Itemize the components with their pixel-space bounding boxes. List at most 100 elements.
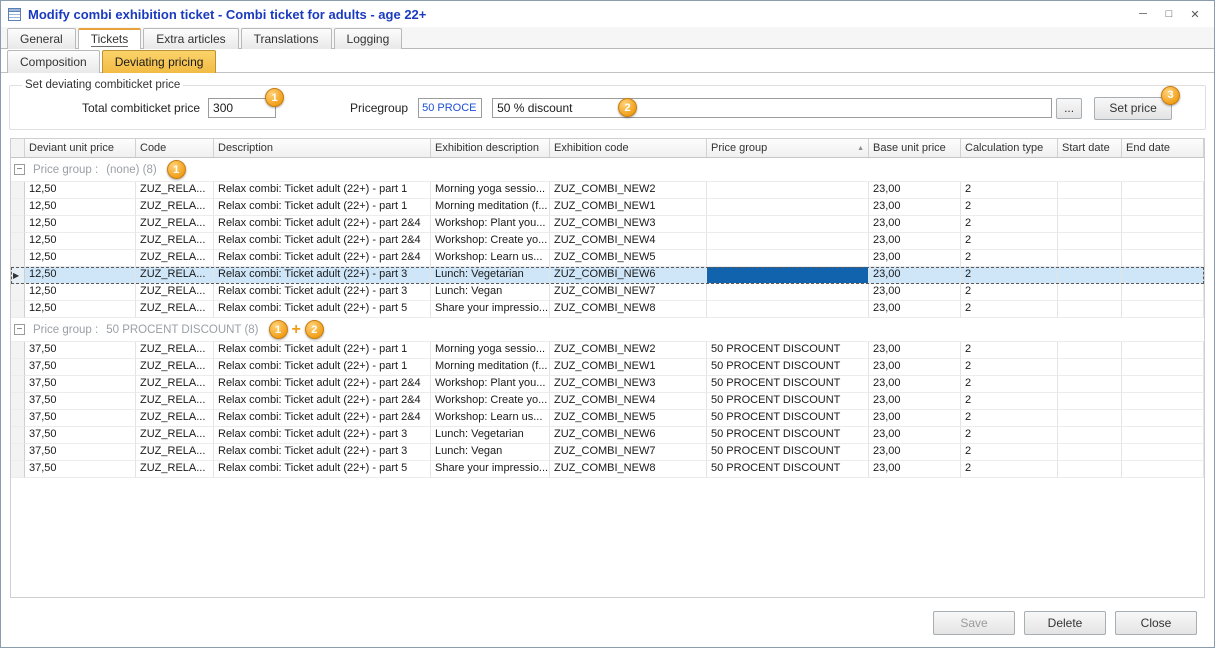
- cell-group[interactable]: 50 PROCENT DISCOUNT: [707, 461, 869, 478]
- cell-end[interactable]: [1122, 393, 1204, 410]
- tab-extra-articles[interactable]: Extra articles: [143, 28, 238, 49]
- cell-calc[interactable]: 2: [961, 284, 1058, 301]
- cell-price[interactable]: 12,50: [25, 199, 136, 216]
- column-header-end-date[interactable]: End date: [1122, 139, 1204, 157]
- cell-start[interactable]: [1058, 410, 1122, 427]
- cell-start[interactable]: [1058, 233, 1122, 250]
- cell-ex_code[interactable]: ZUZ_COMBI_NEW7: [550, 284, 707, 301]
- column-header-price-group[interactable]: Price group▲: [707, 139, 869, 157]
- cell-base[interactable]: 23,00: [869, 216, 961, 233]
- maximize-icon[interactable]: □: [1156, 4, 1182, 24]
- cell-group[interactable]: 50 PROCENT DISCOUNT: [707, 410, 869, 427]
- cell-ex_desc[interactable]: Share your impressio...: [431, 461, 550, 478]
- cell-start[interactable]: [1058, 444, 1122, 461]
- tab-logging[interactable]: Logging: [334, 28, 403, 49]
- cell-ex_code[interactable]: ZUZ_COMBI_NEW6: [550, 267, 707, 284]
- cell-desc[interactable]: Relax combi: Ticket adult (22+) - part 1: [214, 359, 431, 376]
- cell-group[interactable]: [707, 267, 869, 284]
- cell-desc[interactable]: Relax combi: Ticket adult (22+) - part 5: [214, 461, 431, 478]
- cell-start[interactable]: [1058, 359, 1122, 376]
- cell-ex_desc[interactable]: Workshop: Learn us...: [431, 410, 550, 427]
- cell-ex_desc[interactable]: Workshop: Plant you...: [431, 216, 550, 233]
- cell-calc[interactable]: 2: [961, 359, 1058, 376]
- table-row[interactable]: 37,50ZUZ_RELA...Relax combi: Ticket adul…: [11, 376, 1204, 393]
- cell-ex_code[interactable]: ZUZ_COMBI_NEW6: [550, 427, 707, 444]
- table-row[interactable]: 12,50ZUZ_RELA...Relax combi: Ticket adul…: [11, 250, 1204, 267]
- cell-price[interactable]: 12,50: [25, 267, 136, 284]
- cell-base[interactable]: 23,00: [869, 359, 961, 376]
- cell-desc[interactable]: Relax combi: Ticket adult (22+) - part 1: [214, 199, 431, 216]
- cell-price[interactable]: 37,50: [25, 376, 136, 393]
- cell-desc[interactable]: Relax combi: Ticket adult (22+) - part 3: [214, 267, 431, 284]
- cell-calc[interactable]: 2: [961, 410, 1058, 427]
- column-header-code[interactable]: Code: [136, 139, 214, 157]
- table-row[interactable]: 12,50ZUZ_RELA...Relax combi: Ticket adul…: [11, 216, 1204, 233]
- cell-code[interactable]: ZUZ_RELA...: [136, 410, 214, 427]
- cell-price[interactable]: 12,50: [25, 182, 136, 199]
- table-row[interactable]: 12,50ZUZ_RELA...Relax combi: Ticket adul…: [11, 301, 1204, 318]
- cell-end[interactable]: [1122, 427, 1204, 444]
- cell-base[interactable]: 23,00: [869, 342, 961, 359]
- cell-code[interactable]: ZUZ_RELA...: [136, 199, 214, 216]
- cell-desc[interactable]: Relax combi: Ticket adult (22+) - part 2…: [214, 233, 431, 250]
- cell-desc[interactable]: Relax combi: Ticket adult (22+) - part 1: [214, 342, 431, 359]
- column-header-start-date[interactable]: Start date: [1058, 139, 1122, 157]
- cell-start[interactable]: [1058, 461, 1122, 478]
- cell-base[interactable]: 23,00: [869, 427, 961, 444]
- cell-price[interactable]: 12,50: [25, 301, 136, 318]
- cell-price[interactable]: 37,50: [25, 461, 136, 478]
- cell-ex_desc[interactable]: Lunch: Vegetarian: [431, 267, 550, 284]
- table-row[interactable]: 37,50ZUZ_RELA...Relax combi: Ticket adul…: [11, 427, 1204, 444]
- table-row[interactable]: 37,50ZUZ_RELA...Relax combi: Ticket adul…: [11, 359, 1204, 376]
- cell-price[interactable]: 12,50: [25, 284, 136, 301]
- cell-code[interactable]: ZUZ_RELA...: [136, 216, 214, 233]
- cell-end[interactable]: [1122, 284, 1204, 301]
- cell-price[interactable]: 37,50: [25, 342, 136, 359]
- cell-ex_desc[interactable]: Workshop: Create yo...: [431, 233, 550, 250]
- cell-end[interactable]: [1122, 216, 1204, 233]
- cell-end[interactable]: [1122, 233, 1204, 250]
- cell-calc[interactable]: 2: [961, 461, 1058, 478]
- cell-price[interactable]: 37,50: [25, 444, 136, 461]
- close-icon[interactable]: ✕: [1182, 4, 1208, 24]
- cell-ex_code[interactable]: ZUZ_COMBI_NEW5: [550, 250, 707, 267]
- column-header-exhibition-code[interactable]: Exhibition code: [550, 139, 707, 157]
- cell-group[interactable]: [707, 301, 869, 318]
- table-row[interactable]: 37,50ZUZ_RELA...Relax combi: Ticket adul…: [11, 444, 1204, 461]
- table-row[interactable]: 12,50ZUZ_RELA...Relax combi: Ticket adul…: [11, 182, 1204, 199]
- cell-ex_code[interactable]: ZUZ_COMBI_NEW3: [550, 216, 707, 233]
- cell-ex_desc[interactable]: Morning meditation (f...: [431, 199, 550, 216]
- cell-end[interactable]: [1122, 359, 1204, 376]
- subtab-deviating-pricing[interactable]: Deviating pricing: [102, 50, 217, 73]
- cell-group[interactable]: [707, 199, 869, 216]
- cell-desc[interactable]: Relax combi: Ticket adult (22+) - part 2…: [214, 250, 431, 267]
- cell-code[interactable]: ZUZ_RELA...: [136, 427, 214, 444]
- cell-ex_code[interactable]: ZUZ_COMBI_NEW4: [550, 393, 707, 410]
- cell-calc[interactable]: 2: [961, 250, 1058, 267]
- cell-code[interactable]: ZUZ_RELA...: [136, 233, 214, 250]
- cell-group[interactable]: 50 PROCENT DISCOUNT: [707, 359, 869, 376]
- cell-calc[interactable]: 2: [961, 301, 1058, 318]
- cell-group[interactable]: 50 PROCENT DISCOUNT: [707, 427, 869, 444]
- cell-calc[interactable]: 2: [961, 393, 1058, 410]
- pricegroup-browse-button[interactable]: ...: [1056, 98, 1082, 119]
- cell-start[interactable]: [1058, 427, 1122, 444]
- column-header-deviant-unit-price[interactable]: Deviant unit price: [25, 139, 136, 157]
- collapse-icon[interactable]: −: [14, 324, 25, 335]
- cell-ex_desc[interactable]: Morning yoga sessio...: [431, 182, 550, 199]
- cell-ex_desc[interactable]: Lunch: Vegetarian: [431, 427, 550, 444]
- collapse-icon[interactable]: −: [14, 164, 25, 175]
- cell-ex_desc[interactable]: Lunch: Vegan: [431, 284, 550, 301]
- cell-base[interactable]: 23,00: [869, 199, 961, 216]
- cell-group[interactable]: 50 PROCENT DISCOUNT: [707, 444, 869, 461]
- cell-end[interactable]: [1122, 267, 1204, 284]
- cell-ex_code[interactable]: ZUZ_COMBI_NEW7: [550, 444, 707, 461]
- cell-start[interactable]: [1058, 216, 1122, 233]
- cell-group[interactable]: 50 PROCENT DISCOUNT: [707, 342, 869, 359]
- cell-price[interactable]: 37,50: [25, 359, 136, 376]
- cell-calc[interactable]: 2: [961, 376, 1058, 393]
- cell-start[interactable]: [1058, 301, 1122, 318]
- table-row[interactable]: 12,50ZUZ_RELA...Relax combi: Ticket adul…: [11, 199, 1204, 216]
- cell-group[interactable]: [707, 250, 869, 267]
- cell-desc[interactable]: Relax combi: Ticket adult (22+) - part 2…: [214, 376, 431, 393]
